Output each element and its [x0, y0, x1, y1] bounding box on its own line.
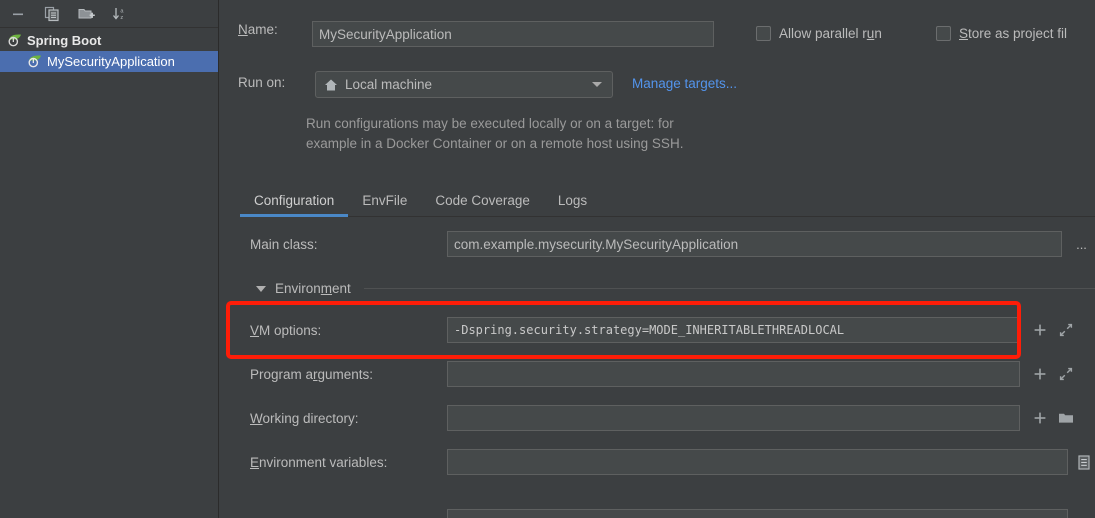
- name-label: Name:: [238, 22, 278, 37]
- working-directory-row: Working directory:: [250, 411, 359, 426]
- main-class-label: Main class:: [250, 237, 318, 252]
- vm-options-label: VM options:: [250, 323, 322, 338]
- tree-item-mysecurityapplication[interactable]: MySecurityApplication: [0, 51, 218, 72]
- store-as-project-file-checkbox[interactable]: Store as project fil: [936, 26, 1067, 41]
- environment-variables-actions: [1076, 454, 1092, 470]
- store-as-project-file-label: Store as project fil: [959, 26, 1068, 41]
- allow-parallel-run-checkbox[interactable]: Allow parallel run: [756, 26, 882, 41]
- vm-options-row: VM options:: [250, 323, 321, 338]
- configurations-tree[interactable]: Spring Boot MySecurityApplication: [0, 28, 218, 72]
- program-arguments-label: Program arguments:: [250, 367, 374, 382]
- store-as-project-file-checkbox-box[interactable]: [936, 26, 951, 41]
- run-on-dropdown[interactable]: Local machine: [315, 71, 613, 98]
- name-input[interactable]: MySecurityApplication: [312, 21, 714, 47]
- svg-text:z: z: [120, 15, 123, 21]
- name-input-value: MySecurityApplication: [319, 26, 452, 42]
- new-folder-button[interactable]: [76, 4, 96, 24]
- copy-configuration-button[interactable]: [42, 4, 62, 24]
- spring-boot-icon: [6, 33, 23, 49]
- vm-options-value: -Dspring.security.strategy=MODE_INHERITA…: [454, 323, 845, 337]
- home-icon: [324, 78, 338, 92]
- environment-variables-label: Environment variables:: [250, 455, 388, 470]
- plus-icon[interactable]: [1032, 322, 1048, 338]
- main-class-browse-label: ...: [1076, 236, 1087, 252]
- run-on-description: Run configurations may be executed local…: [306, 114, 683, 154]
- run-on-description-line1: Run configurations may be executed local…: [306, 116, 674, 131]
- tab-code-coverage[interactable]: Code Coverage: [421, 193, 544, 216]
- program-arguments-actions: [1032, 366, 1074, 382]
- vm-options-input[interactable]: -Dspring.security.strategy=MODE_INHERITA…: [447, 317, 1020, 343]
- name-row: Name:: [238, 22, 278, 37]
- program-arguments-row: Program arguments:: [250, 367, 373, 382]
- tab-logs[interactable]: Logs: [544, 193, 601, 216]
- tree-item-label: MySecurityApplication: [47, 54, 175, 69]
- folder-icon[interactable]: [1058, 410, 1074, 426]
- next-field-input-partial[interactable]: [447, 509, 1068, 518]
- allow-parallel-run-label: Allow parallel run: [779, 26, 882, 41]
- working-directory-label: Working directory:: [250, 411, 359, 426]
- chevron-down-icon[interactable]: [256, 285, 266, 292]
- environment-variables-row: Environment variables:: [250, 455, 387, 470]
- run-on-row: Run on:: [238, 75, 285, 90]
- tab-configuration[interactable]: Configuration: [240, 193, 349, 217]
- expand-icon[interactable]: [1058, 322, 1074, 338]
- configurations-sidebar: a z Spring Boot MySecurityApplication: [0, 0, 219, 518]
- main-class-browse-button[interactable]: ...: [1068, 231, 1095, 257]
- program-arguments-input[interactable]: [447, 361, 1020, 387]
- spring-boot-icon: [26, 54, 43, 70]
- working-directory-input[interactable]: [447, 405, 1020, 431]
- sort-alphabetically-button[interactable]: a z: [110, 4, 130, 24]
- run-on-description-line2: example in a Docker Container or on a re…: [306, 136, 684, 151]
- expand-icon[interactable]: [1058, 366, 1074, 382]
- tab-envfile[interactable]: EnvFile: [348, 193, 421, 216]
- main-class-input[interactable]: com.example.mysecurity.MySecurityApplica…: [447, 231, 1062, 257]
- configuration-panel: Name: MySecurityApplication Allow parall…: [220, 0, 1095, 518]
- tree-group-label: Spring Boot: [27, 33, 102, 48]
- working-directory-actions: [1032, 410, 1074, 426]
- tree-group-spring-boot[interactable]: Spring Boot: [0, 30, 218, 51]
- main-class-row: Main class:: [250, 237, 318, 252]
- sidebar-toolbar: a z: [0, 0, 218, 28]
- remove-configuration-button[interactable]: [8, 4, 28, 24]
- environment-section-header[interactable]: Environment: [256, 281, 1095, 296]
- configuration-tabs[interactable]: Configuration EnvFile Code Coverage Logs: [240, 184, 1095, 217]
- manage-targets-link[interactable]: Manage targets...: [632, 76, 737, 91]
- svg-text:a: a: [120, 8, 124, 14]
- environment-section-title: Environment: [275, 281, 351, 296]
- vm-options-actions: [1032, 322, 1074, 338]
- main-class-value: com.example.mysecurity.MySecurityApplica…: [454, 236, 739, 252]
- run-configurations-dialog: a z Spring Boot MySecurityApplication Na…: [0, 0, 1095, 518]
- chevron-down-icon[interactable]: [592, 82, 602, 87]
- allow-parallel-run-checkbox-box[interactable]: [756, 26, 771, 41]
- plus-icon[interactable]: [1032, 410, 1048, 426]
- environment-variables-input[interactable]: [447, 449, 1068, 475]
- section-divider: [363, 288, 1095, 289]
- run-on-label: Run on:: [238, 75, 286, 90]
- list-icon[interactable]: [1076, 454, 1092, 470]
- run-on-value: Local machine: [345, 77, 433, 92]
- plus-icon[interactable]: [1032, 366, 1048, 382]
